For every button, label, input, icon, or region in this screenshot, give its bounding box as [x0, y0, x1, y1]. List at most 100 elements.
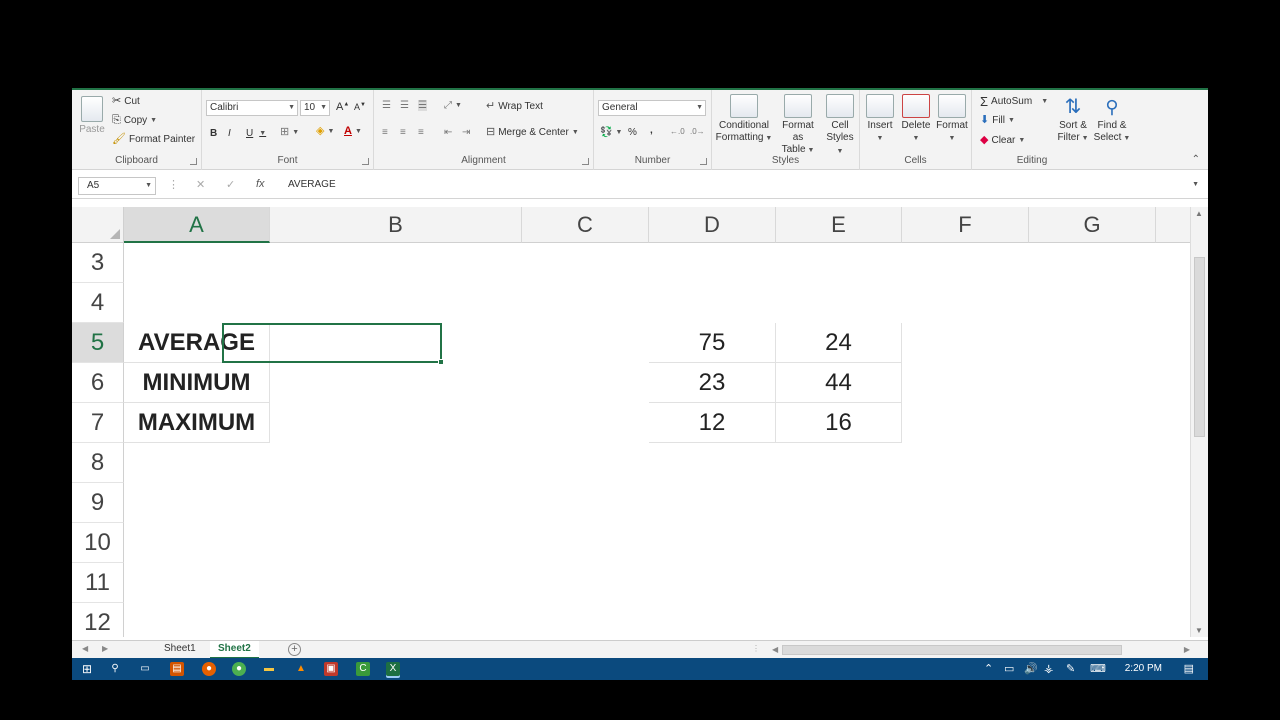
find-select-button[interactable]: ⚲ Find & Select ▼: [1092, 94, 1132, 145]
cell-d5[interactable]: 75: [649, 323, 776, 363]
scroll-up-icon[interactable]: ▲: [1195, 209, 1203, 218]
cell-styles-button[interactable]: Cell Styles ▼: [822, 94, 858, 158]
alignment-launcher-icon[interactable]: [582, 158, 589, 165]
format-as-table-button[interactable]: Format as Table ▼: [776, 94, 820, 157]
pen-icon[interactable]: ✎: [1066, 662, 1075, 675]
shrink-font-button[interactable]: A▼: [354, 102, 366, 112]
tray-chevron-icon[interactable]: ⌃: [984, 662, 993, 675]
prev-sheet-icon[interactable]: ◀: [82, 644, 88, 653]
cancel-icon[interactable]: ✕: [196, 178, 205, 191]
grow-font-button[interactable]: A▲: [336, 101, 349, 113]
borders-button[interactable]: ⊞ ▼: [280, 127, 299, 138]
format-painter-button[interactable]: 🖌 Format Painter: [112, 134, 195, 146]
increase-decimal-button[interactable]: ←.0: [670, 127, 685, 136]
volume-icon[interactable]: 🔊: [1024, 662, 1038, 675]
column-header-a[interactable]: A: [124, 207, 270, 243]
fill-color-button[interactable]: ◈ ▼: [316, 126, 334, 137]
search-icon[interactable]: ⚲: [108, 662, 122, 676]
cell-a6[interactable]: MINIMUM: [124, 363, 270, 403]
number-format-combo[interactable]: General ▼: [598, 100, 706, 116]
align-right-button[interactable]: ≡: [418, 127, 424, 138]
accounting-format-button[interactable]: 💱 ▼: [600, 127, 622, 138]
number-launcher-icon[interactable]: [700, 158, 707, 165]
fill-button[interactable]: ⬇ Fill ▼: [980, 115, 1015, 127]
underline-button[interactable]: U ▼: [246, 128, 266, 139]
enter-icon[interactable]: ✓: [226, 178, 235, 191]
cell-a7[interactable]: MAXIMUM: [124, 403, 270, 443]
vertical-scrollbar[interactable]: ▲ ▼: [1190, 207, 1208, 637]
increase-indent-button[interactable]: ⇥: [462, 127, 470, 138]
keyboard-icon[interactable]: ⌨: [1090, 662, 1106, 675]
insert-function-icon[interactable]: fx: [256, 178, 265, 190]
row-header-5[interactable]: 5: [72, 323, 124, 363]
row-header-9[interactable]: 9: [72, 483, 124, 523]
row-header-10[interactable]: 10: [72, 523, 124, 563]
row-header-11[interactable]: 11: [72, 563, 124, 603]
autosum-button[interactable]: Σ AutoSum ▼: [980, 95, 1048, 108]
wrap-text-button[interactable]: ↵ Wrap Text: [486, 101, 543, 113]
collapse-ribbon-icon[interactable]: ⌃: [1192, 154, 1200, 165]
column-header-f[interactable]: F: [902, 207, 1029, 243]
font-color-button[interactable]: A ▼: [344, 126, 362, 137]
app-icon[interactable]: ▤: [170, 662, 184, 676]
cell-d6[interactable]: 23: [649, 363, 776, 403]
row-header-6[interactable]: 6: [72, 363, 124, 403]
sheet-tab-sheet1[interactable]: Sheet1: [156, 641, 204, 659]
expand-formula-icon[interactable]: ▼: [1192, 177, 1199, 193]
cut-button[interactable]: ✂ Cut: [112, 96, 140, 108]
conditional-formatting-button[interactable]: Conditional Formatting ▼: [714, 94, 774, 145]
align-top-button[interactable]: ☰: [382, 100, 391, 111]
align-middle-button[interactable]: ☰: [400, 100, 409, 111]
battery-icon[interactable]: ▭: [1004, 662, 1014, 675]
select-all-button[interactable]: [72, 207, 124, 243]
row-header-7[interactable]: 7: [72, 403, 124, 443]
align-bottom-button[interactable]: ☰: [418, 100, 427, 111]
decrease-indent-button[interactable]: ⇤: [444, 127, 452, 138]
chrome-icon[interactable]: ●: [232, 662, 246, 676]
cell-d7[interactable]: 12: [649, 403, 776, 443]
camtasia-icon[interactable]: C: [356, 662, 370, 676]
next-sheet-icon[interactable]: ▶: [102, 644, 108, 653]
name-box[interactable]: A5 ▼: [78, 177, 156, 195]
horizontal-scroll-thumb[interactable]: [782, 645, 1122, 655]
align-left-button[interactable]: ≡: [382, 127, 388, 138]
tab-splitter-icon[interactable]: ⋮: [752, 644, 760, 653]
row-header-3[interactable]: 3: [72, 243, 124, 283]
font-size-combo[interactable]: 10 ▼: [300, 100, 330, 116]
clipboard-launcher-icon[interactable]: [190, 158, 197, 165]
cell-e5[interactable]: 24: [776, 323, 902, 363]
sheet-tab-sheet2[interactable]: Sheet2: [210, 641, 259, 659]
copy-button[interactable]: ⎘ Copy ▼: [112, 115, 157, 127]
format-button[interactable]: Format ▼: [934, 94, 970, 145]
column-header-d[interactable]: D: [649, 207, 776, 243]
cell-e6[interactable]: 44: [776, 363, 902, 403]
excel-taskbar-icon[interactable]: X: [386, 662, 400, 676]
firefox-icon[interactable]: ●: [202, 662, 216, 676]
file-explorer-icon[interactable]: ▬: [262, 662, 276, 676]
row-header-8[interactable]: 8: [72, 443, 124, 483]
comma-button[interactable]: ,: [650, 125, 653, 136]
merge-center-button[interactable]: ⊟ Merge & Center ▼: [486, 127, 579, 139]
scroll-down-icon[interactable]: ▼: [1195, 626, 1203, 635]
formula-input[interactable]: AVERAGE ▼: [280, 177, 1202, 195]
row-header-4[interactable]: 4: [72, 283, 124, 323]
row-header-12[interactable]: 12: [72, 603, 124, 637]
active-cell-cursor[interactable]: [222, 323, 442, 363]
vlc-icon[interactable]: ▲: [294, 662, 308, 676]
font-launcher-icon[interactable]: [362, 158, 369, 165]
cell-e7[interactable]: 16: [776, 403, 902, 443]
network-icon[interactable]: ⚶: [1044, 662, 1053, 675]
sort-filter-button[interactable]: ⇅ Sort & Filter ▼: [1056, 94, 1090, 145]
column-header-c[interactable]: C: [522, 207, 649, 243]
column-header-e[interactable]: E: [776, 207, 902, 243]
italic-button[interactable]: I: [228, 128, 231, 139]
fill-handle[interactable]: [438, 359, 444, 365]
taskbar-clock[interactable]: 2:20 PM: [1125, 663, 1162, 674]
clear-button[interactable]: ◆ Clear ▼: [980, 135, 1025, 147]
percent-button[interactable]: %: [628, 127, 637, 138]
paste-button[interactable]: Paste: [78, 96, 106, 136]
decrease-decimal-button[interactable]: .0→: [690, 127, 705, 136]
delete-button[interactable]: Delete ▼: [898, 94, 934, 145]
action-center-icon[interactable]: ▤: [1184, 662, 1194, 675]
orientation-button[interactable]: ⤢ ▼: [444, 100, 462, 111]
